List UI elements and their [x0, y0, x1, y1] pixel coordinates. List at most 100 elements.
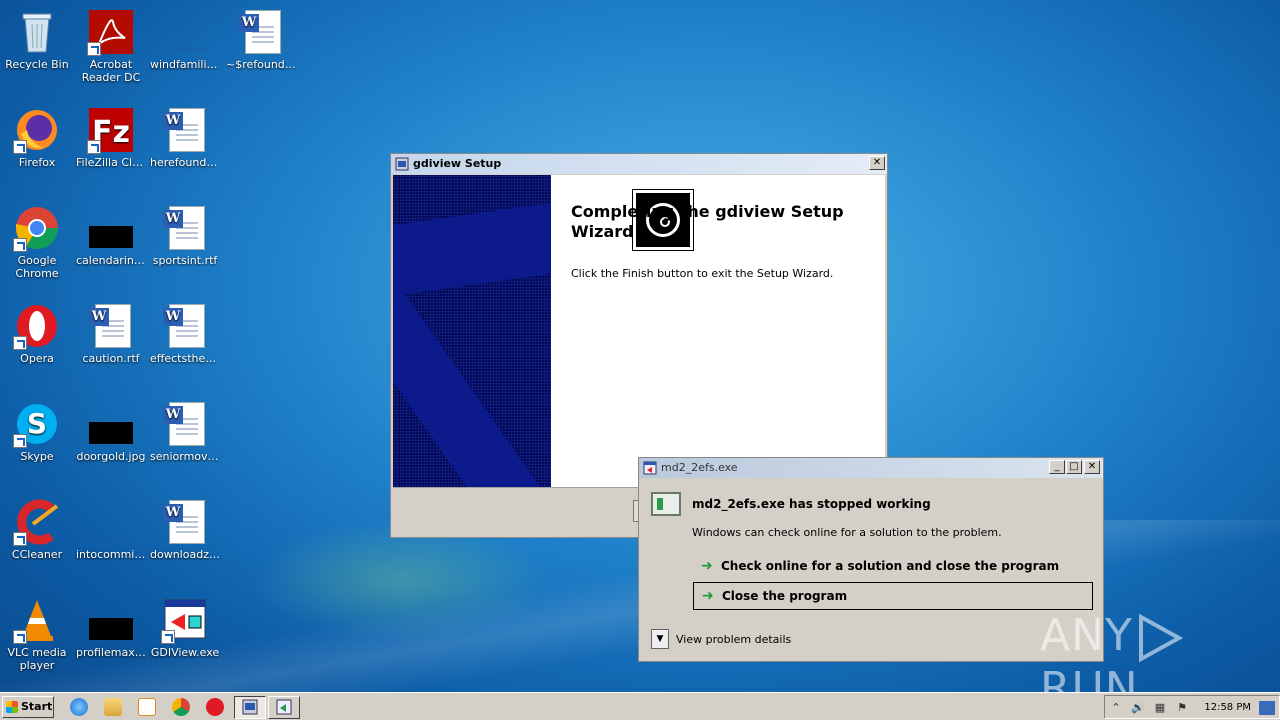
desktop-icon-label: Firefox [18, 156, 56, 169]
opera-icon [13, 302, 61, 350]
desktop-icon-doorgold[interactable]: doorgold.jpg [74, 400, 148, 463]
stopped-program-icon [651, 492, 681, 516]
minimize-button[interactable]: _ [1049, 460, 1065, 474]
desktop-icon-label: CCleaner [11, 548, 63, 561]
desktop-icon-firefox[interactable]: Firefox [0, 106, 74, 169]
desktop-icon-label: Recycle Bin [5, 58, 69, 71]
wizard-heading: Completing the gdiview Setup Wizard [571, 202, 844, 241]
desktop-icon-label: effectstheo... [150, 352, 222, 365]
desktop-icon-label: ~$refounda... [226, 58, 298, 71]
error-subtext: Windows can check online for a solution … [692, 526, 1002, 539]
desktop-icon-gdiview[interactable]: GDIView.exe [148, 596, 222, 659]
desktop-icon-label: Opera [20, 352, 54, 365]
wizard-banner-image [393, 175, 551, 487]
desktop-icon-downloadz[interactable]: W downloadz.rtf [148, 498, 222, 561]
desktop-icon-seniormovie[interactable]: W seniormovie... [148, 400, 222, 463]
watermark-left: ANY [1040, 610, 1133, 661]
desktop-icon-label: downloadz.rtf [150, 548, 222, 561]
clock[interactable]: 12:58 PM [1204, 702, 1251, 713]
word-doc-icon: W [161, 498, 209, 546]
volume-icon[interactable]: 🔊 [1131, 701, 1145, 715]
close-program-option[interactable]: ➜ Close the program [693, 582, 1093, 610]
error-titlebar[interactable]: md2_2efs.exe _ □ ✕ [639, 458, 1103, 478]
chevron-up-icon[interactable]: ⌃ [1109, 701, 1123, 715]
wallpaper-glow [250, 520, 550, 640]
desktop-icon-herefounda[interactable]: W herefounda... [148, 106, 222, 169]
wizard-content: Completing the gdiview Setup Wizard Clic… [551, 175, 885, 487]
desktop-icon-label: seniormovie... [150, 450, 222, 463]
file-explorer-icon[interactable] [104, 698, 122, 716]
recycle-bin-icon [13, 8, 61, 56]
desktop-icon-label: windfamilie... [150, 58, 222, 71]
media-player-icon[interactable] [138, 698, 156, 716]
word-doc-icon: W [161, 302, 209, 350]
start-button[interactable]: Start [2, 696, 54, 718]
internet-explorer-icon[interactable] [70, 698, 88, 716]
action-center-flag-icon[interactable]: ⚑ [1175, 701, 1189, 715]
desktop-icon-label: Skype [20, 450, 54, 463]
taskbar-error-button[interactable] [268, 696, 300, 719]
filezilla-icon: Fz [87, 106, 135, 154]
desktop-icon-chrome[interactable]: Google Chrome [0, 204, 74, 280]
green-arrow-icon: ➜ [701, 558, 713, 574]
desktop-icon-label: Google Chrome [15, 254, 59, 280]
error-close-button[interactable]: ✕ [1084, 460, 1100, 474]
desktop-icon-label: herefounda... [150, 156, 222, 169]
desktop-icon-effectstheo[interactable]: W effectstheo... [148, 302, 222, 365]
maximize-button[interactable]: □ [1066, 460, 1082, 474]
setup-titlebar[interactable]: gdiview Setup ✕ [391, 154, 887, 174]
chrome-taskbar-icon[interactable] [172, 698, 190, 716]
vlc-icon [13, 596, 61, 644]
close-program-label: Close the program [722, 589, 848, 603]
desktop-icon-label: intocommitt... [76, 548, 148, 561]
desktop-icon-label: doorgold.jpg [76, 450, 146, 463]
start-label: Start [21, 700, 53, 713]
image-file-icon [87, 596, 135, 644]
opera-taskbar-icon[interactable] [206, 698, 224, 716]
blank-file-icon [161, 8, 209, 56]
desktop-icon-intocommitt[interactable]: intocommitt... [74, 498, 148, 561]
chrome-icon [13, 204, 61, 252]
desktop-icon-caution[interactable]: W caution.rtf [74, 302, 148, 365]
check-online-option[interactable]: ➜ Check online for a solution and close … [693, 553, 1093, 581]
desktop-icon-label: sportsint.rtf [152, 254, 218, 267]
word-doc-icon: W [161, 204, 209, 252]
shortcut-arrow-icon [13, 140, 27, 154]
play-logo-icon [1133, 613, 1187, 663]
desktop-icon-filezilla[interactable]: Fz FileZilla Client [74, 106, 148, 169]
desktop-icon-skype[interactable]: S Skype [0, 400, 74, 463]
error-heading: md2_2efs.exe has stopped working [692, 497, 931, 511]
network-icon[interactable]: ▦ [1153, 701, 1167, 715]
desktop-icon-vlc[interactable]: VLC media player [0, 596, 74, 672]
desktop-icon-calendarindi[interactable]: calendarindi... [74, 204, 148, 267]
taskbar: Start ⌃ 🔊 ▦ ⚑ 12:58 PM [0, 692, 1280, 720]
blank-file-icon [87, 498, 135, 546]
desktop-icon-recycle-bin[interactable]: Recycle Bin [0, 8, 74, 71]
svg-text:S: S [27, 407, 47, 440]
desktop-icon-label: GDIView.exe [150, 646, 220, 659]
shortcut-arrow-icon [13, 630, 27, 644]
desktop-icon-acrobat[interactable]: Acrobat Reader DC [74, 8, 148, 84]
shortcut-arrow-icon [13, 336, 27, 350]
desktop-icon-refounda[interactable]: W ~$refounda... [224, 8, 298, 71]
desktop-icon-profilemax[interactable]: profilemax.jpg [74, 596, 148, 659]
shortcut-arrow-icon [13, 532, 27, 546]
desktop-icon-windfamilie[interactable]: windfamilie... [148, 8, 222, 71]
desktop-icon-label: caution.rtf [82, 352, 140, 365]
acrobat-icon [87, 8, 135, 56]
word-doc-icon: W [87, 302, 135, 350]
skype-icon: S [13, 400, 61, 448]
setup-close-button[interactable]: ✕ [869, 156, 885, 170]
desktop-icon-opera[interactable]: Opera [0, 302, 74, 365]
show-desktop-icon[interactable] [1259, 701, 1275, 715]
system-tray: ⌃ 🔊 ▦ ⚑ 12:58 PM [1104, 695, 1280, 719]
wizard-body-text: Click the Finish button to exit the Setu… [571, 267, 834, 280]
desktop-icon-sportsint[interactable]: W sportsint.rtf [148, 204, 222, 267]
error-dialog[interactable]: md2_2efs.exe _ □ ✕ md2_2efs.exe has stop… [638, 457, 1104, 662]
taskbar-setup-button[interactable] [234, 696, 266, 719]
word-doc-icon: W [161, 106, 209, 154]
chevron-down-icon[interactable]: ▼ [651, 629, 669, 649]
desktop-icon-ccleaner[interactable]: CCleaner [0, 498, 74, 561]
desktop-icon-label: FileZilla Client [76, 156, 148, 169]
firefox-icon [13, 106, 61, 154]
